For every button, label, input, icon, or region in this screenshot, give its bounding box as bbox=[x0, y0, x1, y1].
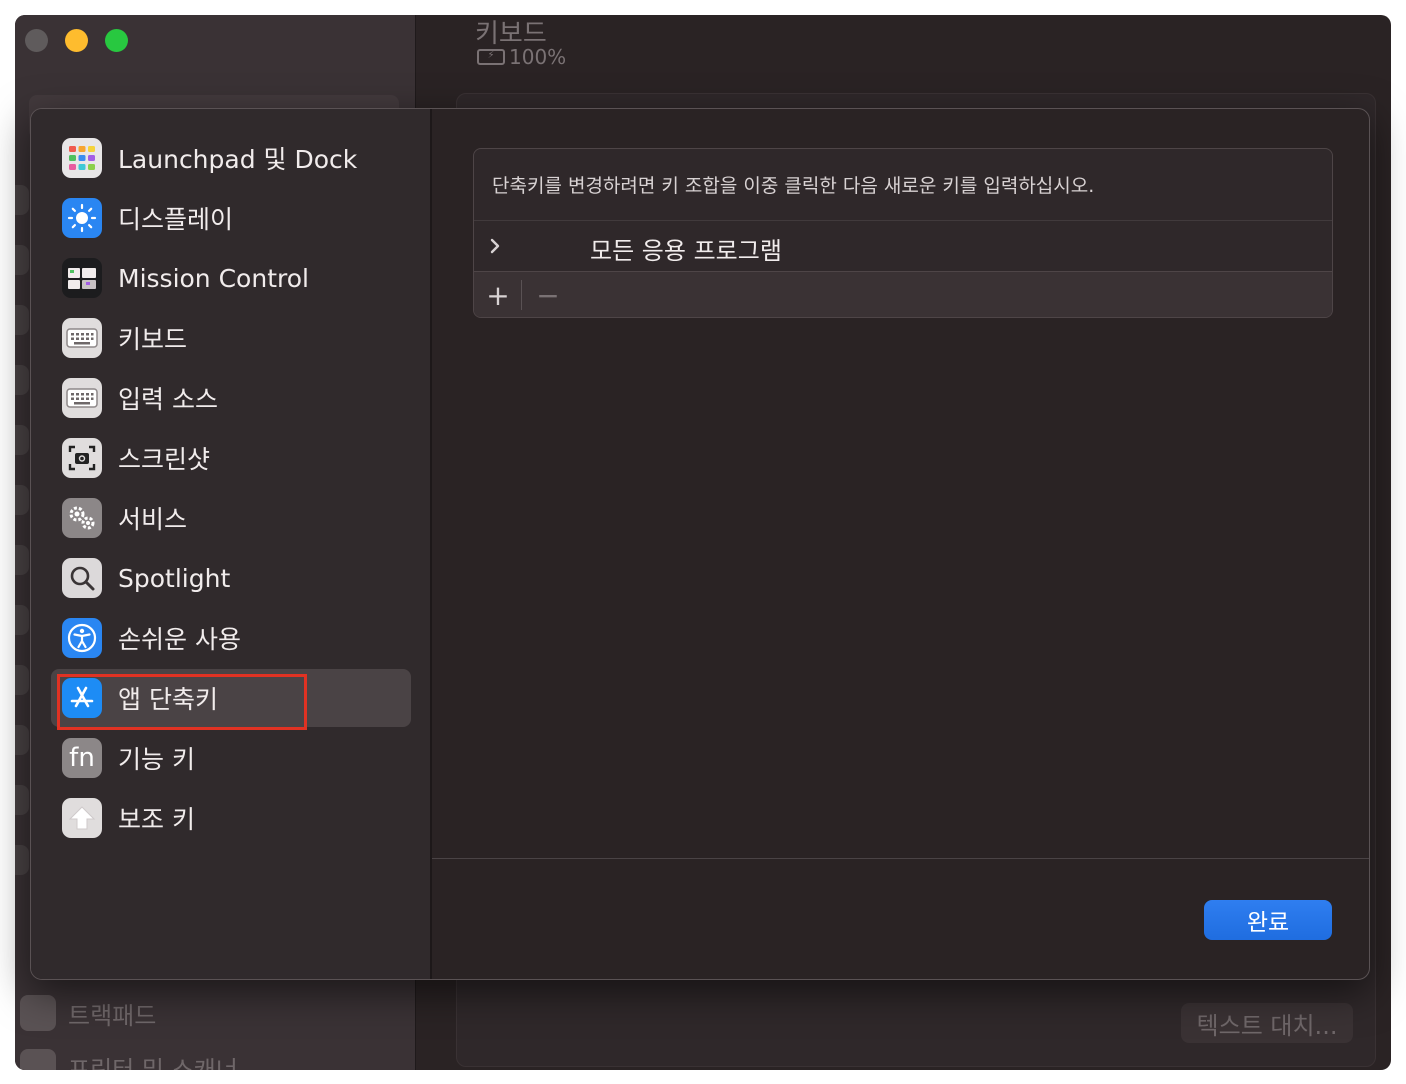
spotlight-search-icon bbox=[62, 558, 102, 598]
sidebar-item-keyboard[interactable]: 키보드 bbox=[51, 309, 411, 367]
services-gears-icon bbox=[62, 498, 102, 538]
sidebar-item-modifier-keys[interactable]: 보조 키 bbox=[51, 789, 411, 847]
keyboard-icon bbox=[62, 318, 102, 358]
fn-key-icon: fn bbox=[62, 738, 102, 778]
shortcuts-table: 단축키를 변경하려면 키 조합을 이중 클릭한 다음 새로운 키를 입력하십시오… bbox=[473, 148, 1333, 318]
input-source-icon bbox=[62, 378, 102, 418]
sidebar-item-label: 스크린샷 bbox=[118, 445, 211, 474]
sidebar-item-mission-control[interactable]: Mission Control bbox=[51, 249, 411, 307]
sidebar-item-spotlight[interactable]: Spotlight bbox=[51, 549, 411, 607]
done-button[interactable]: 완료 bbox=[1204, 900, 1332, 940]
sidebar-item-label: 디스플레이 bbox=[118, 205, 234, 234]
sidebar-item-label: 입력 소스 bbox=[118, 385, 218, 414]
keyboard-shortcuts-sheet: Launchpad 및 Dock 디스플레이 Mission Control 키… bbox=[30, 108, 1370, 980]
sidebar-item-accessibility[interactable]: 손쉬운 사용 bbox=[51, 609, 411, 667]
table-toolbar: + − bbox=[474, 271, 1332, 317]
battery-level: 100% bbox=[509, 45, 567, 69]
sidebar-item-label: Launchpad 및 Dock bbox=[118, 145, 358, 174]
sidebar-item-trackpad[interactable]: 트랙패드 bbox=[20, 995, 156, 1031]
text-replacement-button[interactable]: 텍스트 대치... bbox=[1181, 1003, 1353, 1043]
battery-status: ⚡ 100% bbox=[477, 45, 566, 69]
sidebar-item-screenshots[interactable]: 스크린샷 bbox=[51, 429, 411, 487]
shortcuts-sidebar: Launchpad 및 Dock 디스플레이 Mission Control 키… bbox=[31, 109, 432, 979]
modifier-key-icon bbox=[62, 798, 102, 838]
window-minimize-button[interactable] bbox=[65, 29, 88, 52]
instruction-text: 단축키를 변경하려면 키 조합을 이중 클릭한 다음 새로운 키를 입력하십시오… bbox=[492, 175, 1095, 197]
window-close-button[interactable] bbox=[25, 29, 48, 52]
sidebar-item-label: 프린터 및 스캐너 bbox=[68, 1055, 238, 1071]
sidebar-item-printers[interactable]: 프린터 및 스캐너 bbox=[20, 1049, 238, 1070]
footer-divider bbox=[432, 858, 1369, 859]
remove-shortcut-button[interactable]: − bbox=[530, 278, 566, 312]
sidebar-item-services[interactable]: 서비스 bbox=[51, 489, 411, 547]
launchpad-dock-icon bbox=[62, 138, 102, 178]
tree-row-all-applications[interactable]: 모든 응용 프로그램 bbox=[474, 221, 1332, 271]
sidebar-item-label: Spotlight bbox=[118, 563, 231, 593]
add-shortcut-button[interactable]: + bbox=[480, 278, 516, 312]
sidebar-item-label: 키보드 bbox=[118, 325, 188, 354]
sidebar-item-display[interactable]: 디스플레이 bbox=[51, 189, 411, 247]
chevron-right-icon[interactable] bbox=[484, 234, 506, 258]
sidebar-item-label: 트랙패드 bbox=[68, 1001, 157, 1030]
shortcuts-content: 단축키를 변경하려면 키 조합을 이중 클릭한 다음 새로운 키를 입력하십시오… bbox=[432, 109, 1369, 859]
sidebar-item-input-sources[interactable]: 입력 소스 bbox=[51, 369, 411, 427]
screenshot-icon bbox=[62, 438, 102, 478]
trackpad-icon bbox=[20, 995, 56, 1031]
battery-charging-icon: ⚡ bbox=[477, 49, 505, 65]
sidebar-item-launchpad-dock[interactable]: Launchpad 및 Dock bbox=[51, 129, 411, 187]
printer-icon bbox=[20, 1049, 56, 1070]
sidebar-item-function-keys[interactable]: fn 기능 키 bbox=[51, 729, 411, 787]
window-maximize-button[interactable] bbox=[105, 29, 128, 52]
sidebar-item-label: 서비스 bbox=[118, 505, 188, 534]
sidebar-item-label: 보조 키 bbox=[118, 805, 195, 834]
accessibility-icon bbox=[62, 618, 102, 658]
toolbar-divider bbox=[521, 280, 522, 310]
selection-highlight-box bbox=[57, 674, 307, 730]
sidebar-item-label: Mission Control bbox=[118, 263, 309, 293]
mission-control-icon bbox=[62, 258, 102, 298]
sidebar-item-label: 손쉬운 사용 bbox=[118, 625, 241, 654]
sidebar-item-label: 기능 키 bbox=[118, 745, 195, 774]
display-brightness-icon bbox=[62, 198, 102, 238]
background-sidebar-icons bbox=[15, 185, 29, 905]
tree-row-label: 모든 응용 프로그램 bbox=[590, 237, 782, 265]
